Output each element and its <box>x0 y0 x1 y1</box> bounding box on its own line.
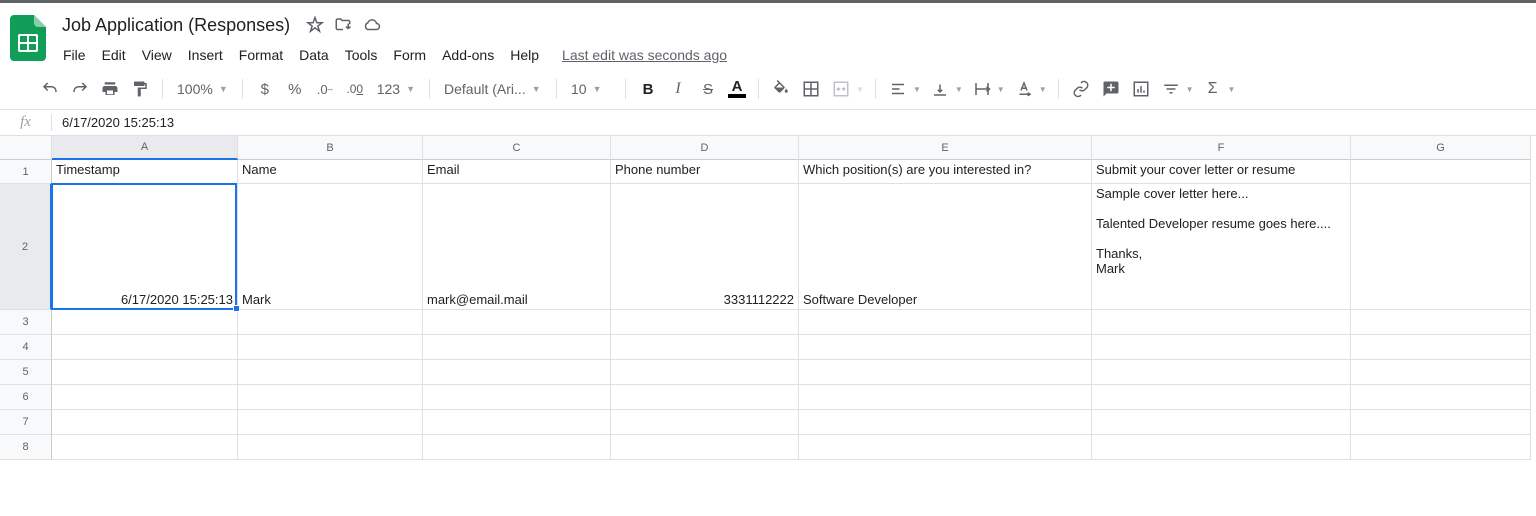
row-header-3[interactable]: 3 <box>0 310 52 335</box>
row-header-5[interactable]: 5 <box>0 360 52 385</box>
insert-chart-button[interactable] <box>1127 75 1155 103</box>
formula-bar: fx 6/17/2020 15:25:13 <box>0 110 1536 136</box>
document-title[interactable]: Job Application (Responses) <box>56 13 296 38</box>
cell-A4[interactable] <box>52 335 238 360</box>
format-currency-button[interactable]: $ <box>251 75 279 103</box>
menu-insert[interactable]: Insert <box>181 43 230 67</box>
header: Job Application (Responses) File Edit Vi… <box>0 3 1536 69</box>
row-header-8[interactable]: 8 <box>0 435 52 460</box>
decrease-decimal-button[interactable]: .0_ <box>311 75 339 103</box>
v-align-button[interactable]: ▼ <box>926 75 966 103</box>
col-header-C[interactable]: C <box>423 136 611 160</box>
format-percent-button[interactable]: % <box>281 75 309 103</box>
menu-addons[interactable]: Add-ons <box>435 43 501 67</box>
toolbar: 100%▼ $ % .0_ .00 123▼ Default (Ari...▼ … <box>0 69 1536 110</box>
menu-edit[interactable]: Edit <box>95 43 133 67</box>
selection-handle[interactable] <box>233 305 240 312</box>
row-headers: 1 2 3 4 5 6 7 8 <box>0 160 52 460</box>
fx-icon: fx <box>0 114 52 131</box>
col-header-D[interactable]: D <box>611 136 799 160</box>
borders-button[interactable] <box>797 75 825 103</box>
menu-view[interactable]: View <box>135 43 179 67</box>
col-header-B[interactable]: B <box>238 136 423 160</box>
increase-decimal-button[interactable]: .00 <box>341 75 369 103</box>
row-header-7[interactable]: 7 <box>0 410 52 435</box>
cell-A8[interactable] <box>52 435 238 460</box>
menu-tools[interactable]: Tools <box>338 43 385 67</box>
cell-D1[interactable]: Phone number <box>611 160 799 184</box>
row-header-6[interactable]: 6 <box>0 385 52 410</box>
italic-button[interactable]: I <box>664 75 692 103</box>
menu-help[interactable]: Help <box>503 43 546 67</box>
column-headers: A B C D E F G <box>52 136 1531 160</box>
print-button[interactable] <box>96 75 124 103</box>
menu-form[interactable]: Form <box>386 43 433 67</box>
formula-input[interactable]: 6/17/2020 15:25:13 <box>52 115 1536 130</box>
paint-format-button[interactable] <box>126 75 154 103</box>
filter-button[interactable]: ▼ <box>1157 75 1197 103</box>
menu-data[interactable]: Data <box>292 43 336 67</box>
more-formats-dropdown[interactable]: 123▼ <box>371 76 421 102</box>
move-icon[interactable] <box>334 16 352 34</box>
text-rotation-button[interactable]: ▼ <box>1010 75 1050 103</box>
bold-button[interactable]: B <box>634 75 662 103</box>
text-color-button[interactable]: A <box>724 80 750 98</box>
row-header-1[interactable]: 1 <box>0 160 52 184</box>
menu-bar: File Edit View Insert Format Data Tools … <box>56 41 1528 69</box>
fill-color-button[interactable] <box>767 75 795 103</box>
merge-cells-button[interactable]: ▼ <box>827 75 867 103</box>
cell-B2[interactable]: Mark <box>238 184 423 310</box>
strikethrough-button[interactable]: S <box>694 75 722 103</box>
cell-F1[interactable]: Submit your cover letter or resume <box>1092 160 1351 184</box>
last-edit-link[interactable]: Last edit was seconds ago <box>562 47 727 63</box>
cell-A6[interactable] <box>52 385 238 410</box>
menu-file[interactable]: File <box>56 43 93 67</box>
insert-link-button[interactable] <box>1067 75 1095 103</box>
row-header-4[interactable]: 4 <box>0 335 52 360</box>
font-size-dropdown[interactable]: 10▼ <box>565 76 617 102</box>
col-header-A[interactable]: A <box>52 136 238 160</box>
cell-B1[interactable]: Name <box>238 160 423 184</box>
cell-C1[interactable]: Email <box>423 160 611 184</box>
cell-A1[interactable]: Timestamp <box>52 160 238 184</box>
cell-A3[interactable] <box>52 310 238 335</box>
text-wrap-button[interactable]: ▼ <box>968 75 1008 103</box>
cell-E1[interactable]: Which position(s) are you interested in? <box>799 160 1092 184</box>
redo-button[interactable] <box>66 75 94 103</box>
cell-D2[interactable]: 3331112222 <box>611 184 799 310</box>
cell-G2[interactable] <box>1351 184 1531 310</box>
sheets-logo[interactable] <box>8 11 48 65</box>
menu-format[interactable]: Format <box>232 43 290 67</box>
cells-grid: Timestamp Name Email Phone number Which … <box>52 160 1531 460</box>
font-family-dropdown[interactable]: Default (Ari...▼ <box>438 76 548 102</box>
star-icon[interactable] <box>306 16 324 34</box>
cell-E2[interactable]: Software Developer <box>799 184 1092 310</box>
zoom-dropdown[interactable]: 100%▼ <box>171 76 234 102</box>
col-header-G[interactable]: G <box>1351 136 1531 160</box>
undo-button[interactable] <box>36 75 64 103</box>
col-header-F[interactable]: F <box>1092 136 1351 160</box>
cell-A7[interactable] <box>52 410 238 435</box>
h-align-button[interactable]: ▼ <box>884 75 924 103</box>
insert-comment-button[interactable] <box>1097 75 1125 103</box>
cell-C2[interactable]: mark@email.mail <box>423 184 611 310</box>
col-header-E[interactable]: E <box>799 136 1092 160</box>
select-all-corner[interactable] <box>0 136 52 160</box>
cell-G1[interactable] <box>1351 160 1531 184</box>
row-header-2[interactable]: 2 <box>0 184 52 310</box>
cell-A2[interactable]: 6/17/2020 15:25:13 <box>52 184 238 310</box>
cloud-status-icon[interactable] <box>362 16 382 34</box>
functions-button[interactable]: Σ▼ <box>1199 75 1239 103</box>
cell-F2[interactable]: Sample cover letter here... Talented Dev… <box>1092 184 1351 310</box>
cell-A5[interactable] <box>52 360 238 385</box>
